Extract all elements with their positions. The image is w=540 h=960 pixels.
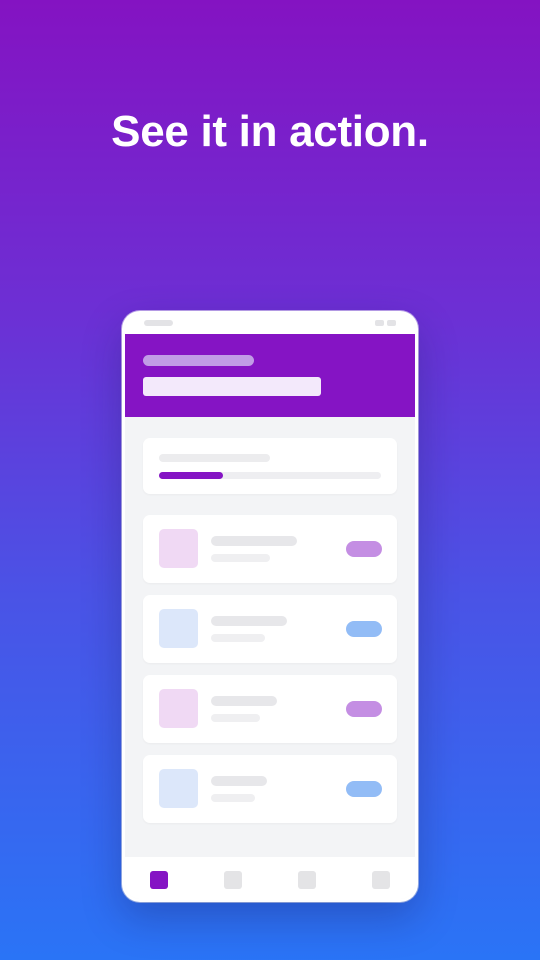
list-item-title-placeholder <box>211 776 267 786</box>
list-item-thumbnail <box>159 769 198 808</box>
list-item-title-placeholder <box>211 616 287 626</box>
list-item-title-placeholder <box>211 536 297 546</box>
list-item-title-placeholder <box>211 696 277 706</box>
tab-icon[interactable] <box>372 871 390 889</box>
bottom-nav <box>125 857 415 899</box>
list-item[interactable] <box>143 595 397 663</box>
progress-bar-fill <box>159 472 224 479</box>
list-item-action-pill[interactable] <box>346 541 382 557</box>
phone-mockup <box>122 311 418 902</box>
list-item-subtitle-placeholder <box>211 794 255 802</box>
tab-icon[interactable] <box>224 871 242 889</box>
tab-icon[interactable] <box>298 871 316 889</box>
list-item-thumbnail <box>159 689 198 728</box>
headline: See it in action. <box>111 107 429 156</box>
list-item-subtitle-placeholder <box>211 634 265 642</box>
list-item-subtitle-placeholder <box>211 714 260 722</box>
list-item[interactable] <box>143 755 397 823</box>
home-tab-icon[interactable] <box>150 871 168 889</box>
progress-bar <box>159 472 381 479</box>
battery-icon <box>387 320 396 326</box>
status-bar <box>125 314 415 334</box>
list-item-action-pill[interactable] <box>346 781 382 797</box>
signal-icon <box>375 320 384 326</box>
list-item[interactable] <box>143 675 397 743</box>
app-header <box>125 334 415 417</box>
header-title-placeholder <box>143 377 321 396</box>
list-item-action-pill[interactable] <box>346 701 382 717</box>
list-item-thumbnail <box>159 609 198 648</box>
status-bar-time-placeholder <box>144 320 173 326</box>
phone-screen <box>125 314 415 899</box>
progress-card[interactable] <box>143 438 397 494</box>
list-item[interactable] <box>143 515 397 583</box>
list-item-subtitle-placeholder <box>211 554 270 562</box>
list-item-action-pill[interactable] <box>346 621 382 637</box>
progress-card-label-placeholder <box>159 454 270 462</box>
header-subtitle-placeholder <box>143 355 254 366</box>
list-item-thumbnail <box>159 529 198 568</box>
